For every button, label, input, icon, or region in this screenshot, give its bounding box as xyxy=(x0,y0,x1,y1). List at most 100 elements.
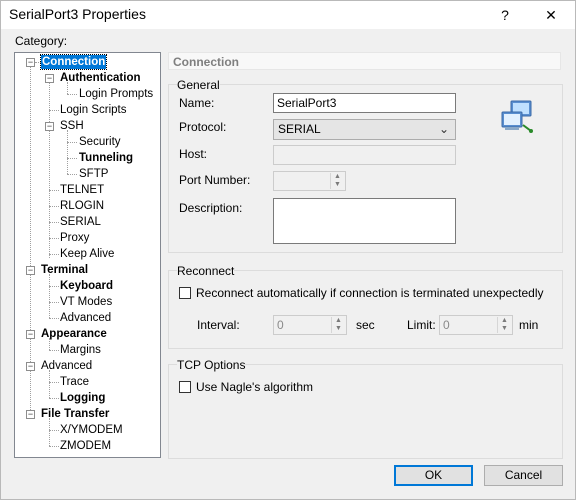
collapse-toggle[interactable]: − xyxy=(45,122,54,131)
tree-connector xyxy=(49,274,50,318)
spin-down-icon: ▼ xyxy=(501,325,508,332)
tree-connector xyxy=(49,382,59,383)
tree-item-logging[interactable]: Logging xyxy=(60,391,105,405)
port-number-input[interactable]: ▲ ▼ xyxy=(273,171,346,191)
tree-item-login-scripts[interactable]: Login Scripts xyxy=(60,103,126,117)
tree-connector xyxy=(67,142,77,143)
reconnect-group-title: Reconnect xyxy=(177,264,235,278)
tcp-options-group-title: TCP Options xyxy=(177,358,246,372)
panel-title: Connection xyxy=(168,52,561,70)
tree-item-advanced[interactable]: Advanced xyxy=(41,359,92,373)
tree-item-tunneling[interactable]: Tunneling xyxy=(79,151,133,165)
spin-up-icon: ▲ xyxy=(335,317,342,324)
close-button[interactable]: ✕ xyxy=(529,1,573,29)
collapse-toggle[interactable]: − xyxy=(45,74,54,83)
collapse-toggle[interactable]: − xyxy=(26,362,35,371)
tree-item-authentication[interactable]: Authentication xyxy=(60,71,141,85)
tree-item-terminal-advanced[interactable]: Advanced xyxy=(60,311,111,325)
ok-button[interactable]: OK xyxy=(394,465,473,486)
reconnect-checkbox-label[interactable]: Reconnect automatically if connection is… xyxy=(196,286,544,300)
tree-connector xyxy=(67,94,77,95)
spin-up-icon: ▲ xyxy=(334,173,341,180)
tree-item-appearance[interactable]: Appearance xyxy=(41,327,107,341)
tree-item-vt-modes[interactable]: VT Modes xyxy=(60,295,112,309)
category-label: Category: xyxy=(15,34,68,48)
tcp-options-group: TCP Options Use Nagle's algorithm xyxy=(168,358,563,459)
tree-connector xyxy=(49,350,59,351)
tree-connector xyxy=(49,430,59,431)
window-title: SerialPort3 Properties xyxy=(9,6,146,22)
tree-connector xyxy=(49,110,59,111)
limit-input[interactable]: 0 ▲ ▼ xyxy=(439,315,513,335)
tree-item-proxy[interactable]: Proxy xyxy=(60,231,89,245)
tree-item-login-prompts[interactable]: Login Prompts xyxy=(79,87,153,101)
collapse-toggle[interactable]: − xyxy=(26,58,35,67)
tree-item-telnet[interactable]: TELNET xyxy=(60,183,104,197)
tree-connector xyxy=(49,254,59,255)
collapse-toggle[interactable]: − xyxy=(26,330,35,339)
network-connection-icon xyxy=(501,100,533,133)
tree-connector xyxy=(49,286,59,287)
tree-item-sftp[interactable]: SFTP xyxy=(79,167,108,181)
limit-unit: min xyxy=(519,318,539,332)
name-input[interactable]: SerialPort3 xyxy=(273,93,456,113)
chevron-down-icon: ⌄ xyxy=(438,122,449,136)
tree-connector xyxy=(67,158,77,159)
tree-item-serial[interactable]: SERIAL xyxy=(60,215,101,229)
tree-connector xyxy=(67,174,77,175)
help-button[interactable]: ? xyxy=(483,1,527,29)
tree-connector xyxy=(49,206,59,207)
collapse-toggle[interactable]: − xyxy=(26,266,35,275)
tree-item-margins[interactable]: Margins xyxy=(60,343,101,357)
nagle-checkbox-label[interactable]: Use Nagle's algorithm xyxy=(196,380,313,394)
cancel-button[interactable]: Cancel xyxy=(484,465,563,486)
tree-connector xyxy=(49,238,59,239)
tree-item-connection[interactable]: Connection xyxy=(39,54,108,70)
tree-connector xyxy=(49,446,59,447)
host-input[interactable] xyxy=(273,145,456,165)
tree-connector xyxy=(49,302,59,303)
spin-down-icon: ▼ xyxy=(335,325,342,332)
interval-unit: sec xyxy=(356,318,375,332)
limit-spinner[interactable]: ▲ ▼ xyxy=(497,317,511,333)
protocol-value: SERIAL xyxy=(278,122,321,136)
tree-connector xyxy=(49,418,50,446)
title-bar: SerialPort3 Properties ? ✕ xyxy=(1,1,575,29)
tree-connector xyxy=(49,398,59,399)
spin-down-icon: ▼ xyxy=(334,181,341,188)
collapse-toggle[interactable]: − xyxy=(26,410,35,419)
properties-dialog: SerialPort3 Properties ? ✕ Category: − −… xyxy=(0,0,576,500)
interval-input[interactable]: 0 ▲ ▼ xyxy=(273,315,347,335)
interval-spinner[interactable]: ▲ ▼ xyxy=(331,317,345,333)
tree-connector xyxy=(49,222,59,223)
limit-label: Limit: xyxy=(407,318,436,332)
tree-connector xyxy=(67,130,68,174)
category-tree[interactable]: − − − − − − − Connection Authentication … xyxy=(14,52,161,458)
spin-up-icon: ▲ xyxy=(501,317,508,324)
general-group-title: General xyxy=(177,78,220,92)
tree-item-zmodem[interactable]: ZMODEM xyxy=(60,439,111,453)
tree-item-keyboard[interactable]: Keyboard xyxy=(60,279,113,293)
tree-item-rlogin[interactable]: RLOGIN xyxy=(60,199,104,213)
interval-value: 0 xyxy=(277,318,284,332)
tree-item-terminal[interactable]: Terminal xyxy=(41,263,88,277)
tree-connector xyxy=(49,82,50,258)
tree-item-trace[interactable]: Trace xyxy=(60,375,89,389)
port-number-label: Port Number: xyxy=(179,173,251,187)
tree-item-ssh[interactable]: SSH xyxy=(60,119,84,133)
port-number-spinner[interactable]: ▲ ▼ xyxy=(330,173,344,189)
reconnect-checkbox[interactable] xyxy=(179,287,191,299)
settings-panel: Connection General Name: SerialPort3 Pro… xyxy=(168,52,563,459)
nagle-checkbox[interactable] xyxy=(179,381,191,393)
protocol-select[interactable]: SERIAL ⌄ xyxy=(273,119,456,140)
tree-item-xymodem[interactable]: X/YMODEM xyxy=(60,423,123,437)
protocol-label: Protocol: xyxy=(179,120,227,134)
description-textarea[interactable] xyxy=(273,198,456,244)
tree-item-keep-alive[interactable]: Keep Alive xyxy=(60,247,114,261)
reconnect-group: Reconnect Reconnect automatically if con… xyxy=(168,264,563,349)
tree-item-file-transfer[interactable]: File Transfer xyxy=(41,407,109,421)
tree-connector xyxy=(49,318,59,319)
tree-item-security[interactable]: Security xyxy=(79,135,121,149)
name-label: Name: xyxy=(179,96,215,110)
host-label: Host: xyxy=(179,147,208,161)
